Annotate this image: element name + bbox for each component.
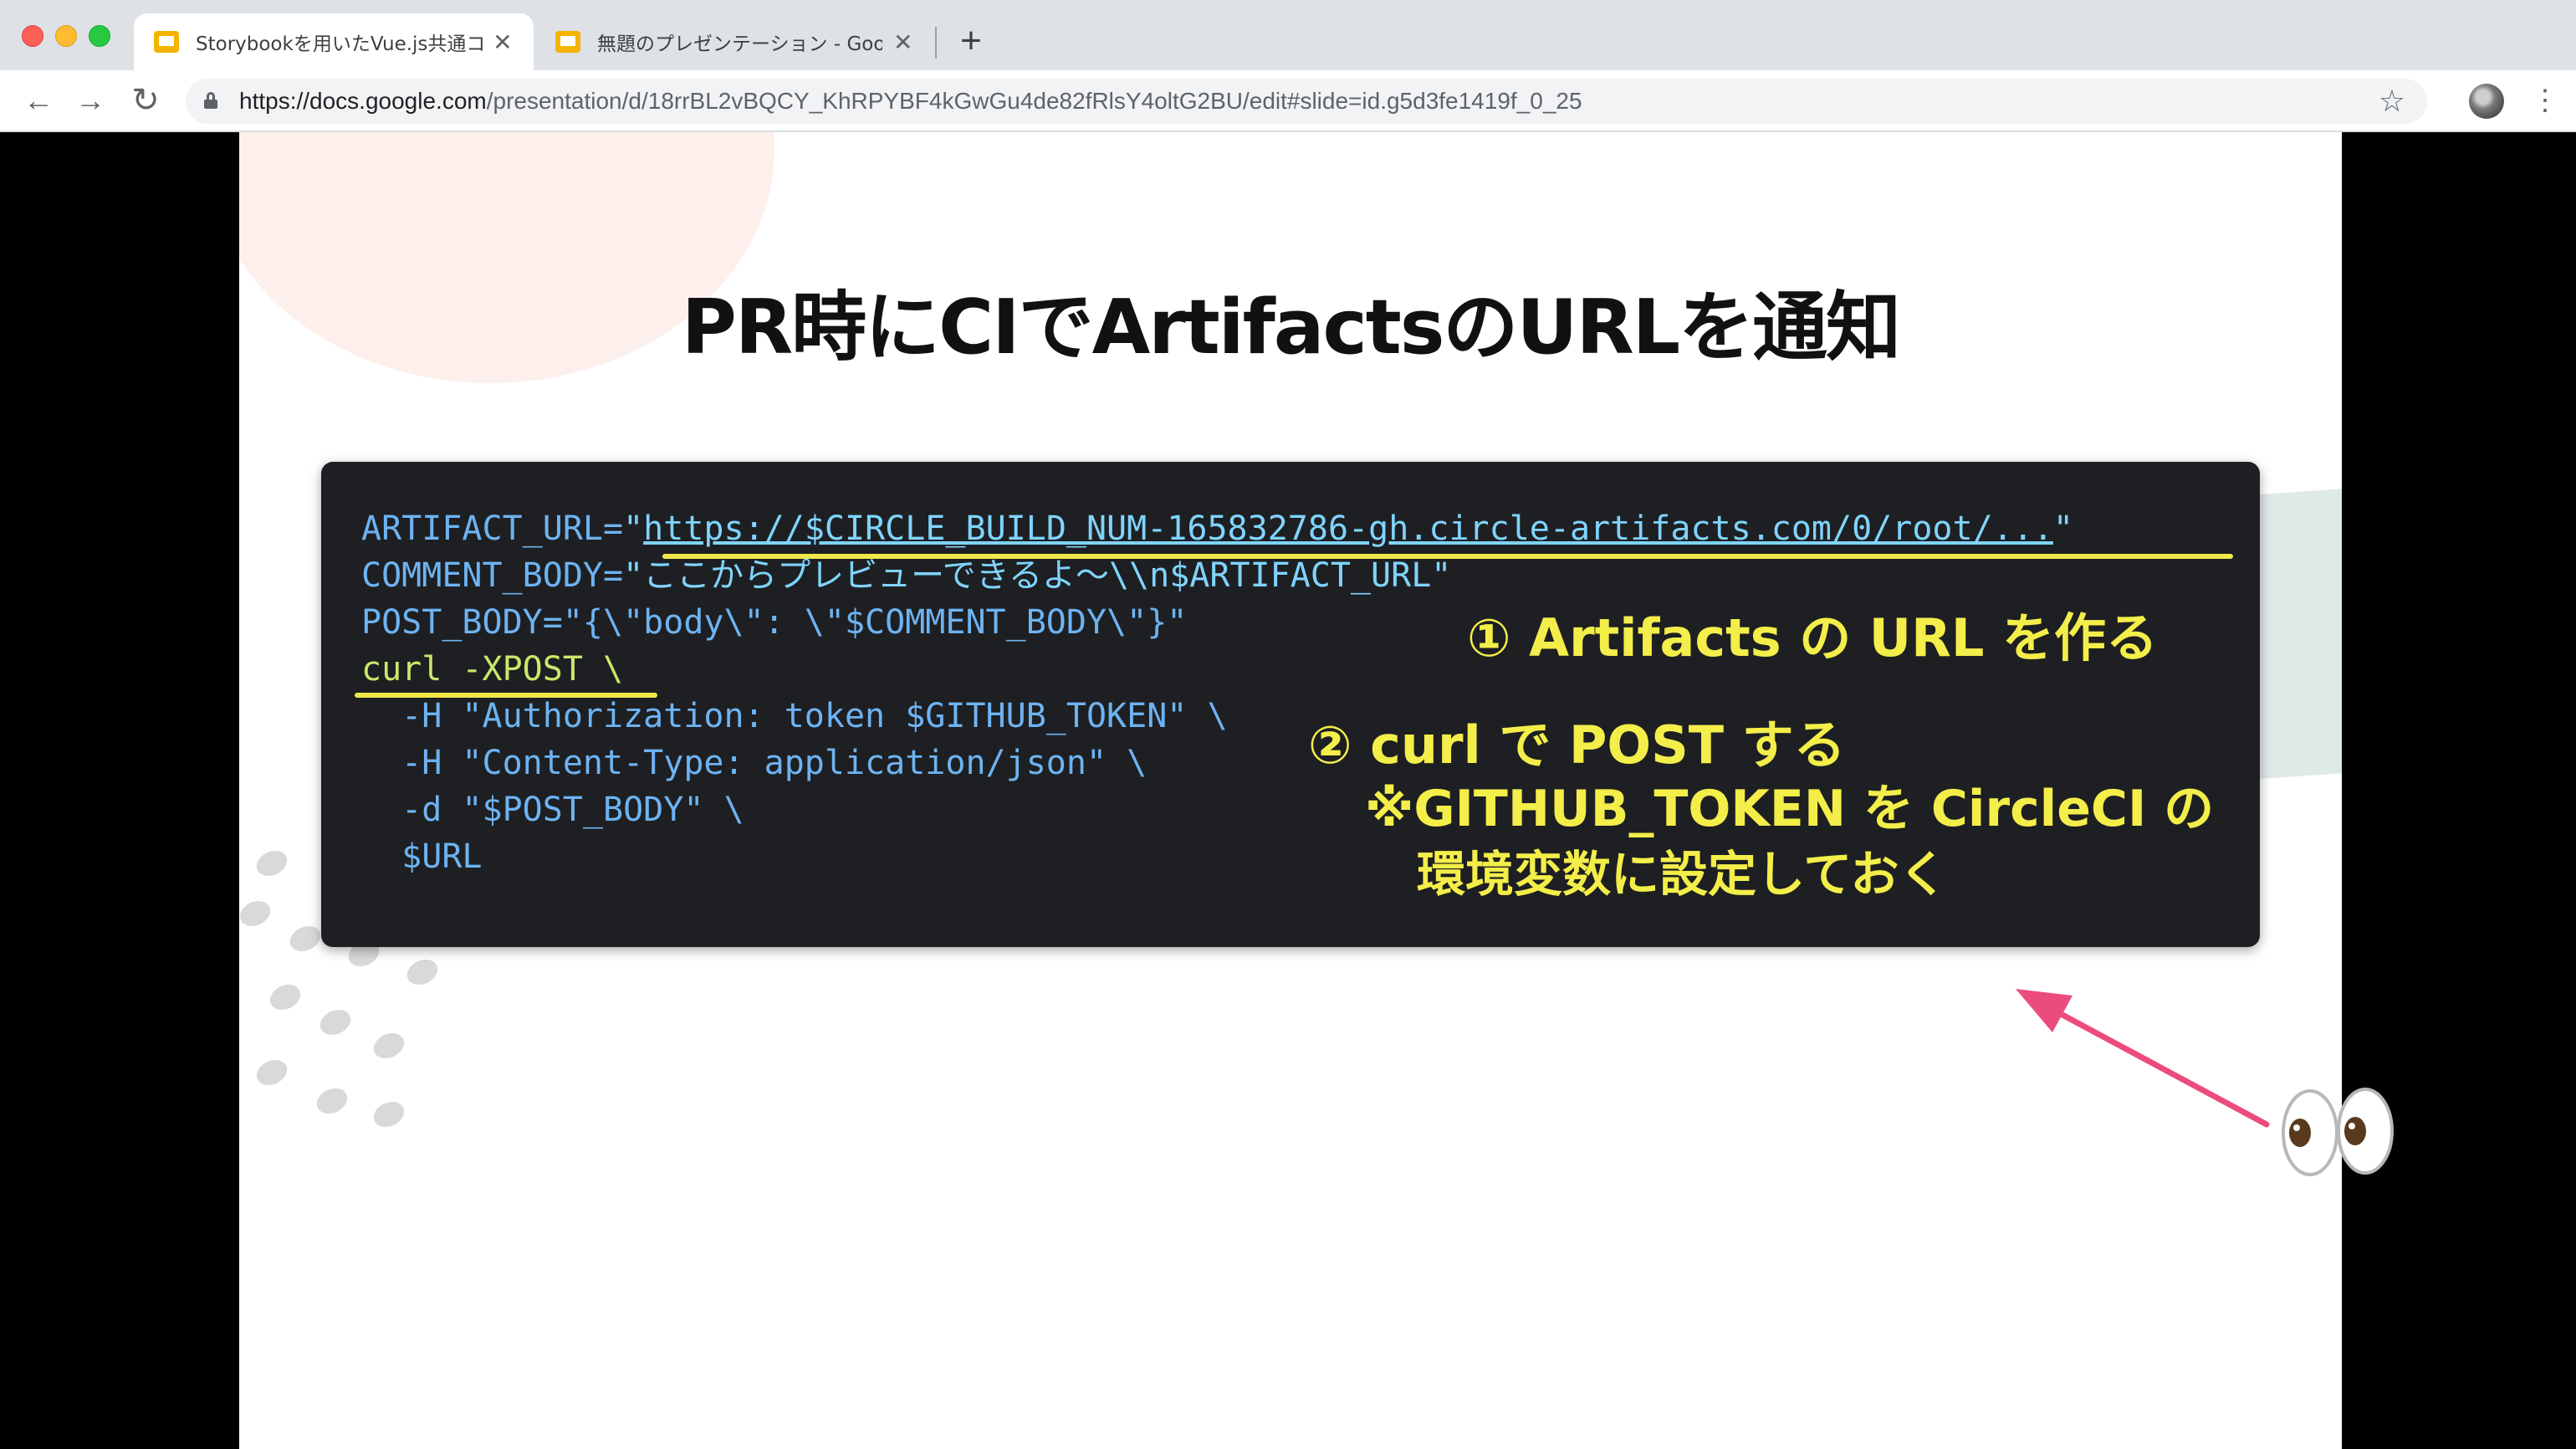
code-line: -H "Content-Type: application/json" \ xyxy=(361,744,1147,782)
code-line: -H "Authorization: token $GITHUB_TOKEN" … xyxy=(361,697,1228,735)
code-line: curl -XPOST \ xyxy=(361,650,624,689)
code-line: $URL xyxy=(361,837,483,876)
tab-title: Storybookを用いたVue.js共通コンポ xyxy=(196,33,483,55)
annotation-step2: ② curl で POST する xyxy=(1308,714,1846,776)
tab-divider xyxy=(935,27,937,59)
code-token: ARTIFACT_URL= xyxy=(361,509,624,548)
slides-icon xyxy=(154,31,179,53)
code-url: https://$CIRCLE_BUILD_NUM-165832786-gh.c… xyxy=(643,509,2053,548)
back-button[interactable]: ← xyxy=(20,82,57,119)
tab-strip: Storybookを用いたVue.js共通コンポ ✕ 無題のプレゼンテーション … xyxy=(0,0,2576,70)
window-minimize-button[interactable] xyxy=(55,25,77,47)
url-host: https://docs.google.com xyxy=(239,88,487,114)
code-token: COMMENT_BODY= xyxy=(361,556,624,595)
tab-storybook[interactable]: Storybookを用いたVue.js共通コンポ ✕ xyxy=(134,13,534,70)
window-close-button[interactable] xyxy=(22,25,43,47)
code-token: " xyxy=(623,509,644,548)
bookmark-star-icon[interactable]: ☆ xyxy=(2379,84,2405,119)
profile-avatar[interactable] xyxy=(2469,84,2504,119)
tab-untitled-presentation[interactable]: 無題のプレゼンテーション - Goog ✕ xyxy=(535,13,935,70)
slides-icon xyxy=(555,31,580,53)
tab-title: 無題のプレゼンテーション - Goog xyxy=(597,33,883,55)
close-tab-icon[interactable]: ✕ xyxy=(891,28,915,56)
code-block: ARTIFACT_URL="https://$CIRCLE_BUILD_NUM-… xyxy=(321,462,2260,947)
forward-button[interactable]: → xyxy=(72,82,109,119)
presentation-stage: PR時にCIでArtifactsのURLを通知 ARTIFACT_URL="ht… xyxy=(0,132,2576,1449)
slide: PR時にCIでArtifactsのURLを通知 ARTIFACT_URL="ht… xyxy=(239,132,2342,1449)
highlight-underline-url xyxy=(662,554,2233,559)
eyes-emoji-icon xyxy=(2282,1088,2394,1176)
annotation-note: ※GITHUB_TOKEN を CircleCI の xyxy=(1365,780,2215,838)
reload-button[interactable]: ↻ xyxy=(127,82,164,119)
code-line: POST_BODY="{\"body\": \"$COMMENT_BODY\"}… xyxy=(361,603,1188,642)
code-line: ARTIFACT_URL="https://$CIRCLE_BUILD_NUM-… xyxy=(361,507,2073,550)
pointer-arrow xyxy=(2016,989,2270,1128)
code-line: COMMENT_BODY="ここからプレビューできるよ〜\\n$ARTIFACT… xyxy=(361,554,1451,597)
window-maximize-button[interactable] xyxy=(89,25,110,47)
url-text[interactable]: https://docs.google.com/presentation/d/1… xyxy=(239,79,1582,124)
close-tab-icon[interactable]: ✕ xyxy=(492,28,514,56)
browser-menu-icon[interactable]: ⋮ xyxy=(2531,82,2559,120)
url-path: /presentation/d/18rrBL2vBQCY_KhRPYBF4kGw… xyxy=(486,88,1582,114)
annotation-note: 環境変数に設定しておく xyxy=(1417,846,1948,903)
highlight-underline-curl xyxy=(355,693,657,698)
annotation-step1: ① Artifacts の URL を作る xyxy=(1467,607,2158,668)
code-token: " xyxy=(2052,509,2074,548)
code-line: -d "$POST_BODY" \ xyxy=(361,791,744,829)
browser-toolbar: ← → ↻ https://docs.google.com/presentati… xyxy=(0,70,2576,132)
address-bar[interactable]: https://docs.google.com/presentation/d/1… xyxy=(186,79,2427,124)
slide-title: PR時にCIでArtifactsのURLを通知 xyxy=(681,284,1901,371)
new-tab-button[interactable]: + xyxy=(950,17,992,65)
lock-icon[interactable] xyxy=(204,92,217,109)
code-token: "ここからプレビューできるよ〜\\n$ARTIFACT_URL" xyxy=(623,556,1452,595)
